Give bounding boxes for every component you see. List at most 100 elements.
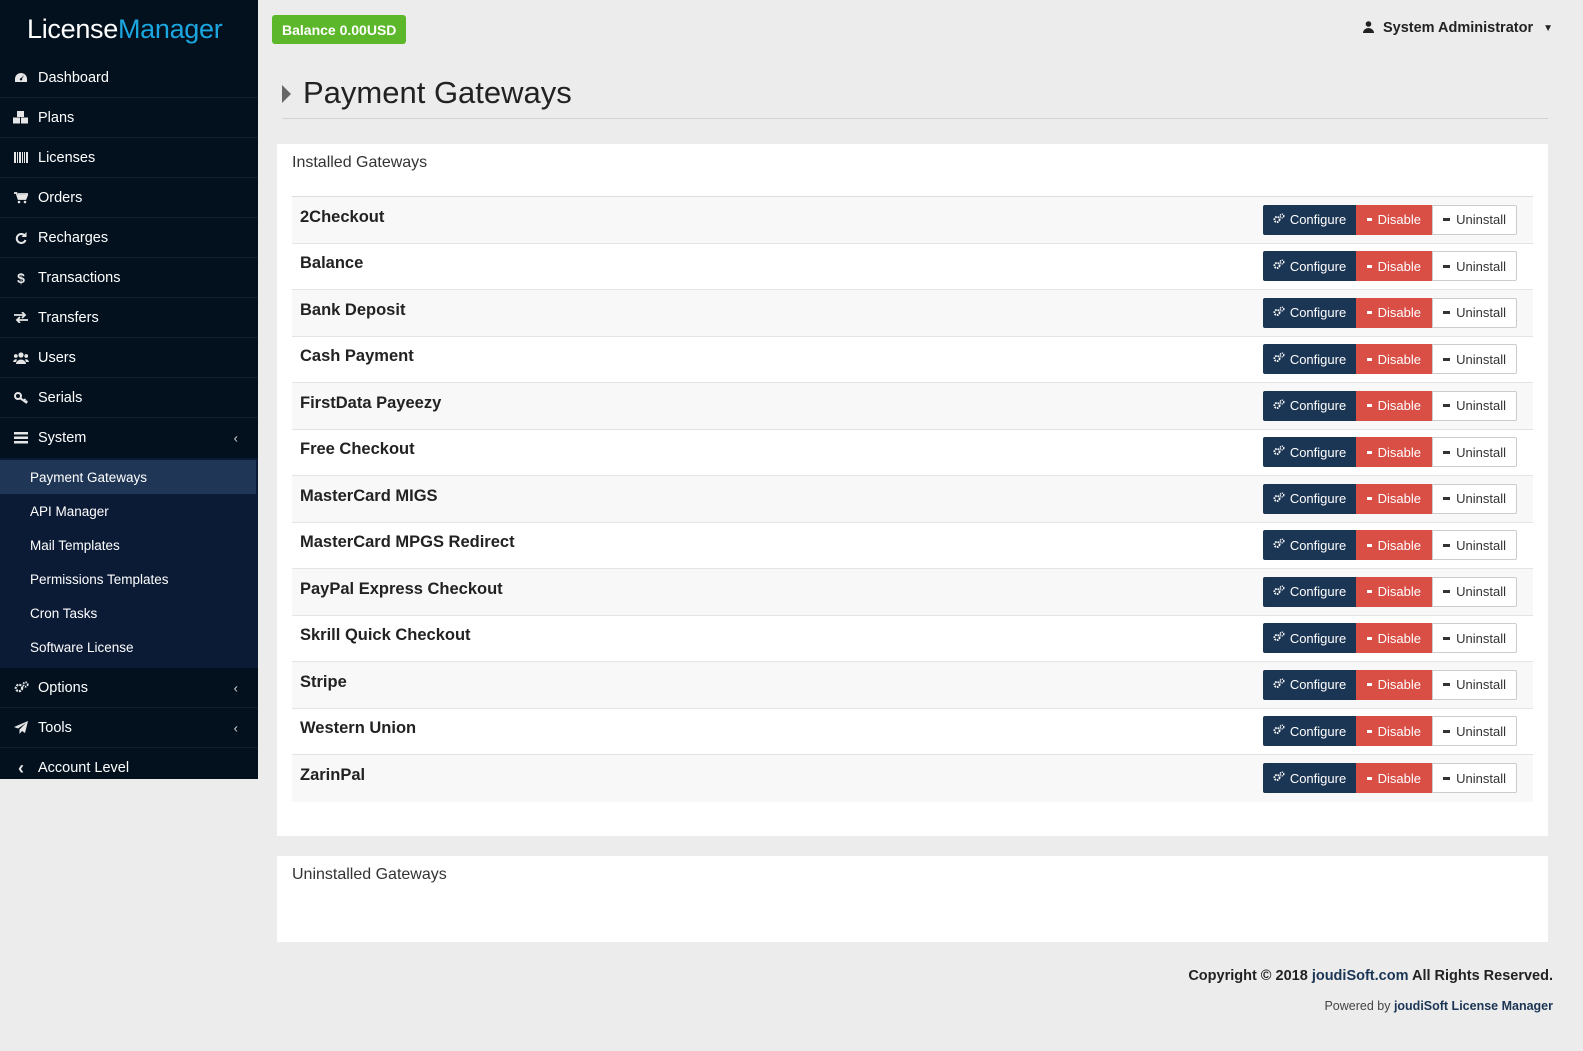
minus-icon — [1367, 590, 1372, 594]
sidebar-item-transactions[interactable]: $ Transactions — [0, 258, 258, 298]
uninstall-label: Uninstall — [1456, 258, 1506, 274]
submenu-item-payment-gateways[interactable]: Payment Gateways — [0, 460, 256, 494]
sidebar-item-orders[interactable]: Orders — [0, 178, 258, 218]
configure-button[interactable]: Configure — [1263, 437, 1356, 468]
configure-button[interactable]: Configure — [1263, 623, 1356, 654]
disable-button[interactable]: Disable — [1356, 204, 1432, 235]
sidebar-item-recharges[interactable]: Recharges — [0, 218, 258, 258]
uninstall-button[interactable]: Uninstall — [1432, 297, 1517, 328]
sidebar-item-serials[interactable]: Serials — [0, 378, 258, 418]
uninstall-label: Uninstall — [1456, 723, 1506, 739]
configure-button[interactable]: Configure — [1263, 483, 1356, 514]
disable-label: Disable — [1377, 212, 1421, 228]
powered-link[interactable]: joudiSoft License Manager — [1394, 999, 1553, 1013]
configure-button[interactable]: Configure — [1263, 204, 1356, 235]
submenu-item-software-license[interactable]: Software License — [0, 630, 258, 664]
configure-button[interactable]: Configure — [1263, 390, 1356, 421]
disable-button[interactable]: Disable — [1356, 390, 1432, 421]
gateway-actions: Configure Disable Uninstall — [1263, 390, 1517, 421]
minus-icon — [1367, 404, 1372, 408]
cogs-icon — [10, 681, 32, 694]
disable-button[interactable]: Disable — [1356, 437, 1432, 468]
app-logo[interactable]: License Manager — [0, 0, 258, 58]
uninstall-button[interactable]: Uninstall — [1432, 530, 1517, 561]
uninstall-button[interactable]: Uninstall — [1432, 576, 1517, 607]
disable-button[interactable]: Disable — [1356, 297, 1432, 328]
minus-icon — [1443, 218, 1451, 222]
submenu-item-permissions-templates[interactable]: Permissions Templates — [0, 562, 258, 596]
copyright-link[interactable]: joudiSoft.com — [1312, 968, 1409, 984]
uninstall-button[interactable]: Uninstall — [1432, 763, 1517, 794]
disable-button[interactable]: Disable — [1356, 483, 1432, 514]
sidebar-item-users[interactable]: Users — [0, 338, 258, 378]
logo-text-manager: Manager — [117, 13, 223, 44]
disable-button[interactable]: Disable — [1356, 344, 1432, 375]
balance-badge[interactable]: Balance 0.00USD — [272, 15, 407, 44]
gateway-name: MasterCard MPGS Redirect — [300, 533, 515, 552]
uninstall-button[interactable]: Uninstall — [1432, 623, 1517, 654]
uninstalled-gateways-panel: Uninstalled Gateways — [277, 856, 1548, 942]
minus-icon — [1367, 543, 1372, 547]
disable-label: Disable — [1377, 677, 1421, 693]
configure-button[interactable]: Configure — [1263, 297, 1356, 328]
disable-label: Disable — [1377, 491, 1421, 507]
uninstall-button[interactable]: Uninstall — [1432, 204, 1517, 235]
configure-button[interactable]: Configure — [1263, 251, 1356, 282]
gateway-actions: Configure Disable Uninstall — [1263, 251, 1517, 282]
uninstall-label: Uninstall — [1456, 305, 1506, 321]
table-row: Western Union Configure Disable Uninstall — [292, 709, 1533, 755]
user-icon — [1362, 20, 1374, 36]
sidebar-item-licenses[interactable]: Licenses — [0, 138, 258, 178]
sidebar-item-tools[interactable]: Tools ‹ — [0, 708, 258, 748]
disable-label: Disable — [1377, 630, 1421, 646]
page-title: Payment Gateways — [303, 75, 572, 110]
table-row: Bank Deposit Configure Disable Uninstall — [292, 290, 1533, 337]
minus-icon — [1443, 357, 1451, 361]
configure-button[interactable]: Configure — [1263, 576, 1356, 607]
configure-button[interactable]: Configure — [1263, 716, 1356, 747]
copyright-suffix: All Rights Reserved. — [1408, 968, 1553, 984]
disable-button[interactable]: Disable — [1356, 716, 1432, 747]
uninstall-button[interactable]: Uninstall — [1432, 344, 1517, 375]
disable-button[interactable]: Disable — [1356, 623, 1432, 654]
gateway-actions: Configure Disable Uninstall — [1263, 483, 1517, 514]
sidebar-item-options[interactable]: Options ‹ — [0, 668, 258, 708]
minus-icon — [1443, 729, 1451, 733]
configure-label: Configure — [1289, 351, 1347, 367]
sidebar-item-plans[interactable]: Plans — [0, 98, 258, 138]
submenu-item-cron-tasks[interactable]: Cron Tasks — [0, 596, 258, 630]
disable-button[interactable]: Disable — [1356, 251, 1432, 282]
cogs-icon — [1273, 352, 1285, 366]
configure-button[interactable]: Configure — [1263, 344, 1356, 375]
gateway-name: Balance — [300, 254, 364, 273]
submenu-item-api-manager[interactable]: API Manager — [0, 494, 258, 528]
configure-button[interactable]: Configure — [1263, 763, 1356, 794]
submenu-item-mail-templates[interactable]: Mail Templates — [0, 528, 258, 562]
cart-icon — [10, 191, 32, 204]
table-row: Cash Payment Configure Disable Uninstall — [292, 337, 1533, 383]
minus-icon — [1367, 497, 1372, 501]
cogs-icon — [1273, 399, 1285, 413]
configure-button[interactable]: Configure — [1263, 530, 1356, 561]
uninstall-button[interactable]: Uninstall — [1432, 669, 1517, 700]
uninstall-button[interactable]: Uninstall — [1432, 483, 1517, 514]
table-row: ZarinPal Configure Disable Uninstall — [292, 755, 1533, 802]
disable-button[interactable]: Disable — [1356, 576, 1432, 607]
uninstall-button[interactable]: Uninstall — [1432, 437, 1517, 468]
sidebar-item-transfers[interactable]: Transfers — [0, 298, 258, 338]
uninstall-label: Uninstall — [1456, 770, 1506, 786]
minus-icon — [1443, 776, 1451, 780]
disable-button[interactable]: Disable — [1356, 763, 1432, 794]
disable-button[interactable]: Disable — [1356, 530, 1432, 561]
minus-icon — [1443, 404, 1451, 408]
sidebar-item-dashboard[interactable]: Dashboard — [0, 58, 258, 98]
uninstall-button[interactable]: Uninstall — [1432, 251, 1517, 282]
sidebar-item-system[interactable]: System ‹ — [0, 418, 258, 458]
uninstall-button[interactable]: Uninstall — [1432, 390, 1517, 421]
configure-button[interactable]: Configure — [1263, 669, 1356, 700]
exchange-icon — [10, 312, 32, 323]
uninstall-button[interactable]: Uninstall — [1432, 716, 1517, 747]
user-menu[interactable]: System Administrator ▼ — [1362, 20, 1553, 36]
disable-button[interactable]: Disable — [1356, 669, 1432, 700]
sidebar-item-account-level[interactable]: ‹ Account Level — [0, 748, 258, 788]
